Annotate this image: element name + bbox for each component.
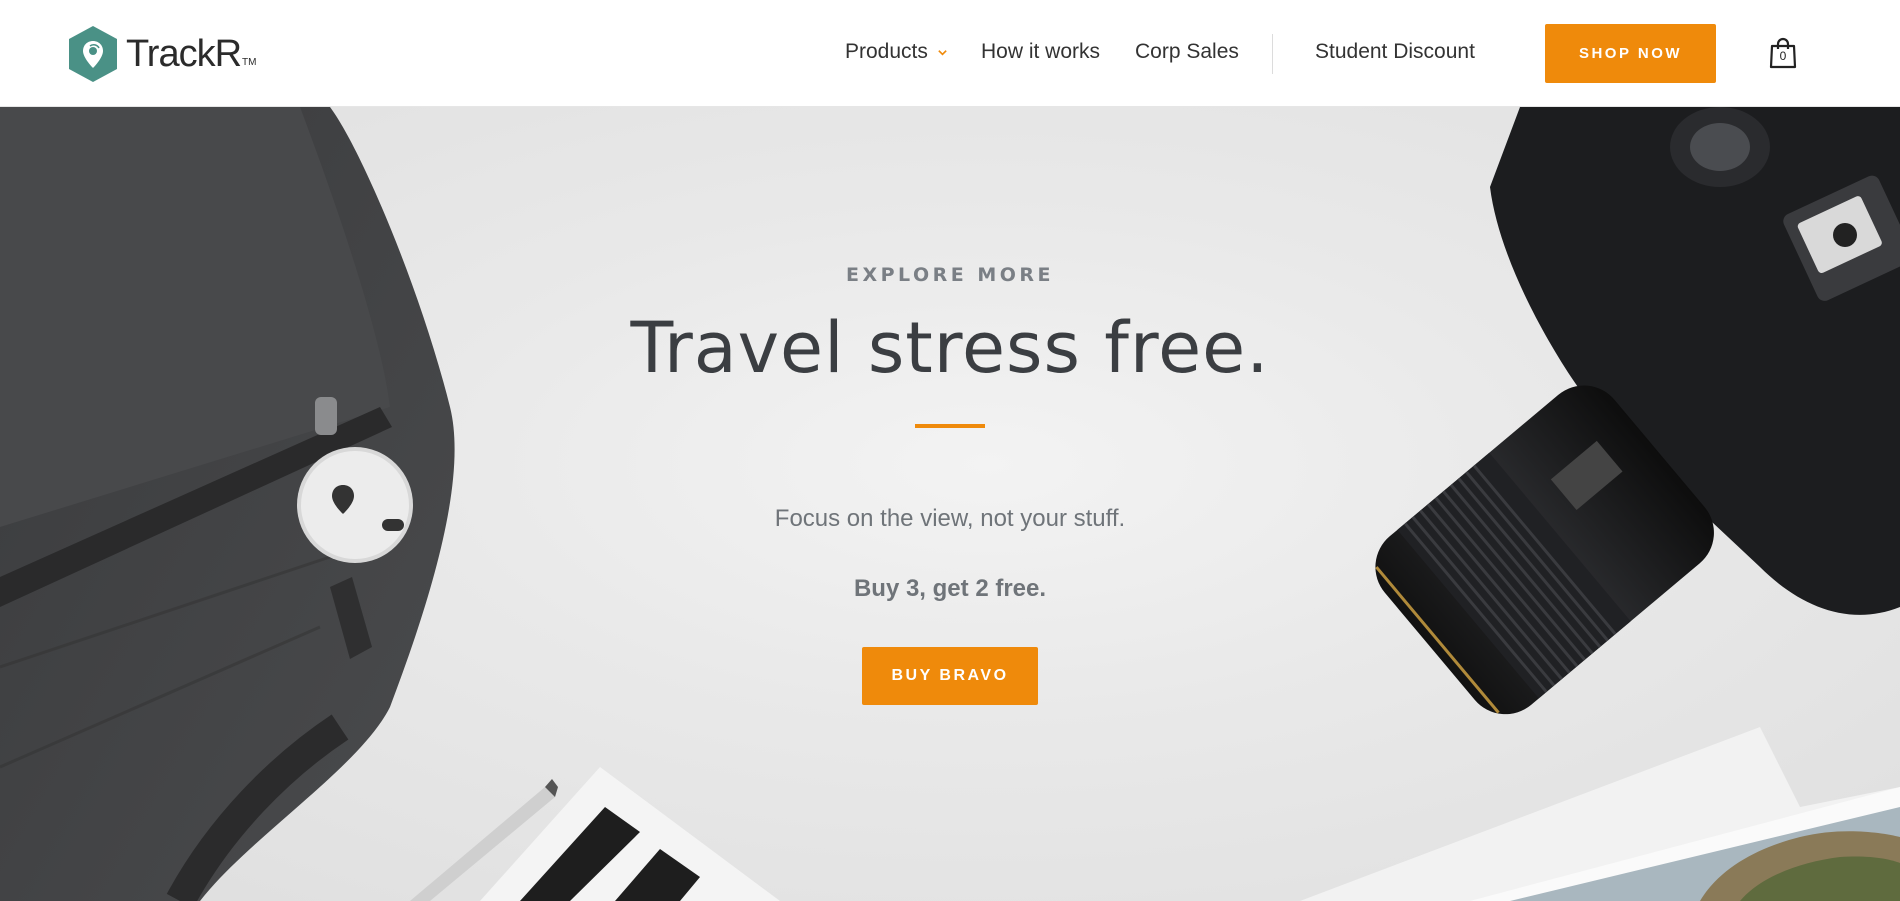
hero-content: EXPLORE MORE Travel stress free. Focus o…	[0, 107, 1900, 901]
nav-products[interactable]: Products	[845, 40, 948, 64]
brand-name: TrackR	[126, 32, 242, 75]
site-header: TrackR TM Products How it works Corp Sal…	[0, 0, 1900, 107]
trackr-logo-icon	[69, 26, 117, 82]
trademark: TM	[242, 57, 257, 68]
hero-offer: Buy 3, get 2 free.	[853, 575, 1047, 602]
nav-student-discount[interactable]: Student Discount	[1315, 40, 1475, 64]
hero-eyebrow: EXPLORE MORE	[845, 264, 1055, 286]
hero-headline: Travel stress free.	[630, 307, 1270, 389]
headline-accent-divider	[915, 424, 985, 428]
cart-button[interactable]: 0	[1768, 37, 1798, 69]
nav-corp-sales[interactable]: Corp Sales	[1135, 40, 1239, 64]
shop-now-button[interactable]: SHOP NOW	[1545, 24, 1716, 83]
buy-bravo-button[interactable]: BUY BRAVO	[862, 647, 1038, 705]
nav-how-it-works[interactable]: How it works	[981, 40, 1100, 64]
nav-products-label: Products	[845, 40, 928, 63]
hero-subtext: Focus on the view, not your stuff.	[774, 505, 1126, 532]
trackr-logo[interactable]: TrackR TM	[68, 26, 257, 82]
nav-divider	[1272, 34, 1273, 74]
cart-count: 0	[1779, 49, 1787, 63]
chevron-down-icon	[938, 49, 947, 56]
hero-banner: EXPLORE MORE Travel stress free. Focus o…	[0, 107, 1900, 901]
